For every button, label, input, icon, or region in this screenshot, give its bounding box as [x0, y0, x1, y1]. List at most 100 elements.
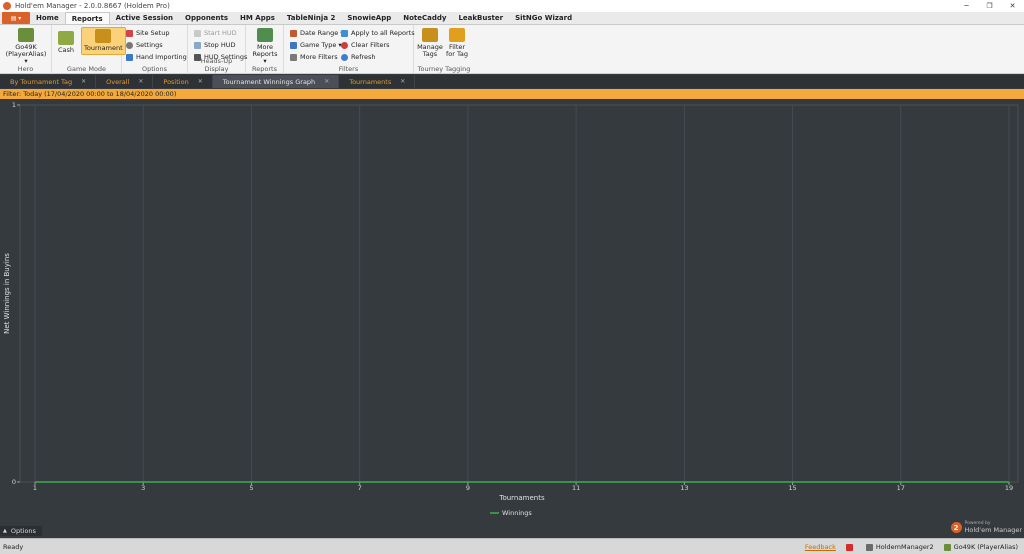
menu-tab-snowieapp[interactable]: SnowieApp — [341, 12, 397, 24]
tab-label: Overall — [106, 77, 130, 86]
tournament-label: Tournament — [84, 44, 123, 52]
clear-filters-label: Clear Filters — [351, 41, 390, 49]
menu-bar: ▤ ▾ Home Reports Active Session Opponent… — [0, 12, 1024, 25]
more-filters-button[interactable]: More Filters — [290, 52, 338, 62]
window-controls: ─ ❐ ✕ — [955, 0, 1024, 12]
y-tick-label: 1 — [12, 101, 16, 109]
gear-icon — [126, 41, 133, 49]
x-tick-label: 13 — [680, 484, 688, 492]
apply-all-button[interactable]: Apply to all Reports — [341, 28, 415, 38]
more-reports-button[interactable]: More Reports ▾ — [250, 28, 280, 65]
hero-button[interactable]: Go49K (PlayerAlias) ▾ — [4, 28, 48, 65]
import-icon — [126, 53, 133, 61]
start-hud-button[interactable]: Start HUD — [194, 28, 237, 38]
settings-label: Settings — [136, 41, 163, 49]
apply-icon — [341, 29, 348, 37]
x-tick-label: 7 — [358, 484, 362, 492]
menu-tab-sitngo-wizard[interactable]: SitNGo Wizard — [509, 12, 578, 24]
tab-label: Tournaments — [349, 77, 392, 86]
status-ready: Ready — [3, 542, 24, 551]
chart-svg: 1 3 5 7 9 11 13 15 17 1901TournamentsNet Winnings… — [3, 101, 1019, 517]
feedback-link[interactable]: Feedback — [805, 543, 836, 551]
close-icon[interactable]: ✕ — [1001, 0, 1024, 12]
stop-icon — [194, 41, 201, 49]
database-indicator[interactable]: HoldemManager2 — [865, 543, 934, 551]
ribbon: Go49K (PlayerAlias) ▾ Hero Cash Tourname… — [0, 25, 1024, 74]
filter-for-tag-button[interactable]: Filter for Tag — [444, 28, 470, 58]
tab-by-tournament-tag[interactable]: By Tournament Tag ✕ — [0, 75, 97, 88]
clear-filters-button[interactable]: Clear Filters — [341, 40, 390, 50]
tab-label: Tournament Winnings Graph — [222, 77, 316, 86]
x-tick-label: 5 — [249, 484, 253, 492]
hud-group: Start HUD Stop HUD HUD Settings Heads-Up… — [188, 25, 247, 74]
menu-tab-hm-apps[interactable]: HM Apps — [234, 12, 281, 24]
manage-tags-button[interactable]: Manage Tags — [417, 28, 443, 58]
hero-group: Go49K (PlayerAlias) ▾ Hero — [0, 25, 52, 74]
hand-importing-button[interactable]: Hand Importing — [126, 52, 187, 62]
x-tick-label: 17 — [897, 484, 905, 492]
menu-tab-tableninja[interactable]: TableNinja 2 — [281, 12, 341, 24]
restore-icon[interactable]: ❐ — [978, 0, 1001, 12]
close-icon[interactable]: ✕ — [81, 78, 86, 85]
refresh-icon — [341, 53, 348, 61]
site-setup-label: Site Setup — [136, 29, 170, 37]
player-avatar-icon — [18, 28, 34, 42]
refresh-button[interactable]: Refresh — [341, 52, 376, 62]
powered-line-2: Hold'em Manager — [964, 526, 1022, 534]
powered-by-logo: 2 Powered by Hold'em Manager — [950, 521, 1022, 534]
group-label-filters: Filters — [338, 65, 359, 73]
menu-tab-opponents[interactable]: Opponents — [179, 12, 234, 24]
date-range-button[interactable]: Date Range ▾ — [290, 28, 344, 38]
game-type-icon — [290, 41, 297, 49]
tab-position[interactable]: Position ✕ — [153, 75, 213, 88]
group-label-options: Options — [141, 65, 168, 73]
close-icon[interactable]: ✕ — [198, 78, 203, 85]
menu-tab-reports[interactable]: Reports — [64, 12, 110, 24]
group-label-hud: Heads-Up Display — [200, 57, 233, 73]
filters-group: Date Range ▾ Game Type ▾ More Filters Ap… — [284, 25, 415, 74]
status-bar: Ready Feedback HoldemManager2 Go49K (Pla… — [0, 538, 1024, 554]
plot-area — [19, 104, 1019, 483]
x-tick-label: 3 — [141, 484, 145, 492]
menu-tab-active-session[interactable]: Active Session — [110, 12, 179, 24]
group-label-game-mode: Game Mode — [66, 65, 107, 73]
game-mode-group: Cash Tournament Game Mode — [52, 25, 126, 74]
player-name: Go49K (PlayerAlias) — [953, 543, 1018, 551]
app-menu-button[interactable]: ▤ ▾ — [2, 12, 30, 24]
tab-tournaments[interactable]: Tournaments ✕ — [339, 75, 416, 88]
group-label-hero: Hero — [17, 65, 34, 73]
cash-icon — [58, 31, 75, 45]
tab-overall[interactable]: Overall ✕ — [96, 75, 154, 88]
close-icon[interactable]: ✕ — [138, 78, 143, 85]
minimize-icon[interactable]: ─ — [955, 0, 978, 12]
flag-indicator[interactable] — [845, 543, 856, 551]
options-toggle[interactable]: ▲ Options — [0, 526, 42, 536]
hero-alias: (PlayerAlias) ▾ — [5, 50, 47, 65]
tag-filter-icon — [449, 28, 465, 42]
settings-button[interactable]: Settings — [126, 40, 163, 50]
cash-button[interactable]: Cash — [58, 31, 74, 54]
game-type-button[interactable]: Game Type ▾ — [290, 40, 342, 50]
group-label-reports: Reports — [252, 65, 277, 73]
x-tick-label: 1 — [33, 484, 37, 492]
tab-tournament-winnings-graph[interactable]: Tournament Winnings Graph ✕ — [212, 75, 340, 88]
player-indicator[interactable]: Go49K (PlayerAlias) — [943, 543, 1018, 551]
refresh-label: Refresh — [351, 53, 376, 61]
filter-bar[interactable]: Filter: Today (17/04/2020 00:00 to 18/04… — [0, 89, 1024, 99]
menu-tab-home[interactable]: Home — [30, 12, 65, 24]
y-tick-label: 0 — [12, 478, 16, 486]
menu-tab-notecaddy[interactable]: NoteCaddy — [397, 12, 452, 24]
site-setup-button[interactable]: Site Setup — [126, 28, 169, 38]
menu-tab-leakbuster[interactable]: LeakBuster — [452, 12, 509, 24]
chart-legend: Winnings — [490, 509, 532, 517]
reports-group: More Reports ▾ Reports — [246, 25, 284, 74]
close-icon[interactable]: ✕ — [400, 78, 405, 85]
winnings-graph: 1 3 5 7 9 11 13 15 17 19 0 1 Tournaments Net Winnings… — [0, 99, 1024, 524]
tab-label: Position — [163, 77, 189, 86]
date-range-label: Date Range ▾ — [300, 29, 344, 37]
clear-icon — [341, 41, 348, 49]
x-tick-label: 11 — [572, 484, 580, 492]
tournament-button[interactable]: Tournament — [81, 27, 126, 55]
stop-hud-button[interactable]: Stop HUD — [194, 40, 236, 50]
close-icon[interactable]: ✕ — [324, 78, 329, 85]
